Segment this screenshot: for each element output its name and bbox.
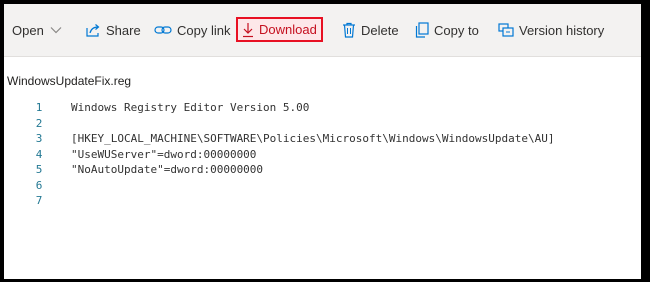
line-text: Windows Registry Editor Version 5.00 [71,101,310,114]
line-number: 2 [35,116,43,130]
download-icon [242,22,254,38]
delete-button[interactable]: Delete [342,16,399,44]
line-number: 7 [35,194,43,207]
download-button[interactable]: Download [236,17,323,42]
copy-to-label: Copy to [434,22,479,38]
file-name: WindowsUpdateFix.reg [7,74,132,88]
code-line: 7 [4,193,641,209]
line-number: 4 [35,147,43,161]
command-bar: Open Share Copy link Download Delete Cop… [4,4,641,57]
version-history-icon [498,22,514,38]
line-number: 6 [35,178,43,192]
code-line: 4 "UseWUServer"=dword:00000000 [4,147,641,163]
share-button[interactable]: Share [85,16,141,44]
link-icon [154,23,172,37]
download-label: Download [259,22,317,37]
copy-link-label: Copy link [177,22,231,38]
line-number: 5 [35,163,43,176]
trash-icon [342,22,356,38]
chevron-down-icon [50,26,62,34]
code-editor[interactable]: 1 Windows Registry Editor Version 5.00 2… [4,100,641,209]
copy-to-button[interactable]: Copy to [415,16,479,44]
delete-label: Delete [361,22,399,38]
line-number: 3 [35,132,43,145]
code-line: 1 Windows Registry Editor Version 5.00 [4,100,641,116]
line-text: "NoAutoUpdate"=dword:00000000 [71,163,264,176]
version-history-button[interactable]: Version history [498,16,604,44]
share-icon [85,22,101,38]
file-preview-window: Open Share Copy link Download Delete Cop… [4,4,641,279]
open-button[interactable]: Open [12,16,62,44]
code-line: 6 [4,178,641,194]
copy-link-button[interactable]: Copy link [154,16,230,44]
code-line: 2 [4,116,641,132]
version-history-label: Version history [519,22,605,38]
share-label: Share [106,22,141,38]
code-line: 5 "NoAutoUpdate"=dword:00000000 [4,162,641,178]
open-label: Open [12,22,44,38]
line-text: [HKEY_LOCAL_MACHINE\SOFTWARE\Policies\Mi… [71,132,555,145]
copy-icon [415,22,429,38]
line-number: 1 [35,101,43,114]
code-line: 3 [HKEY_LOCAL_MACHINE\SOFTWARE\Policies\… [4,131,641,147]
line-text: "UseWUServer"=dword:00000000 [71,147,257,161]
